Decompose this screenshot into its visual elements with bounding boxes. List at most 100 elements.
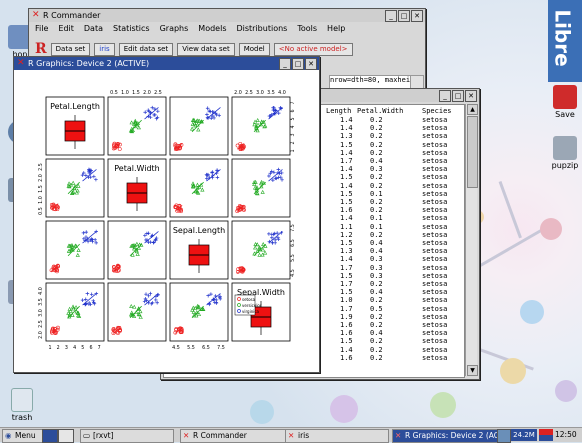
variable-label: Petal.Width: [114, 164, 160, 173]
script-text: nrow=dth=80, maxhei: [330, 76, 411, 84]
rcommander-titlebar[interactable]: ✕ R Commander _ □ ✕: [29, 9, 425, 22]
maximize-button[interactable]: □: [452, 90, 464, 102]
view-dataset-button[interactable]: View data set: [177, 42, 235, 56]
axis-tick-label: 3.5: [38, 298, 44, 306]
terminal-icon: ▭: [83, 431, 91, 440]
cell-value: setosa: [422, 312, 448, 321]
wallpaper-bond: [469, 225, 549, 273]
desktop-icon-trash[interactable]: trash: [2, 388, 42, 422]
menu-edit[interactable]: Edit: [58, 24, 74, 37]
pupzip-icon: [553, 136, 577, 160]
cell-value: 1.7: [340, 280, 353, 288]
cell-value: 0.1: [370, 189, 383, 198]
cell-value: setosa: [422, 148, 448, 157]
cell-value: 0.1: [370, 214, 383, 223]
edit-dataset-button[interactable]: Edit data set: [118, 42, 174, 56]
menu-help[interactable]: Help: [327, 24, 345, 37]
r-graphics-window[interactable]: ✕ R Graphics: Device 2 (ACTIVE) _ □ ✕ Pe…: [13, 56, 320, 373]
maximize-button[interactable]: □: [398, 10, 410, 22]
axis-tick-label: 1.0: [121, 90, 129, 96]
desktop-icon-save[interactable]: Save: [545, 85, 582, 119]
maximize-button[interactable]: □: [292, 58, 304, 70]
cell-value: setosa: [422, 132, 448, 141]
cell-value: 1.3: [340, 247, 353, 256]
axis-tick-label: 0.5: [38, 207, 44, 215]
cell-value: 1.5: [340, 239, 353, 247]
axis-tick-label: 4: [73, 345, 76, 351]
close-button[interactable]: ✕: [465, 90, 477, 102]
cell-value: setosa: [422, 198, 448, 206]
axis-tick-label: 2: [57, 345, 60, 351]
menu-tools[interactable]: Tools: [297, 24, 317, 37]
cell-value: 0.1: [370, 222, 383, 231]
menu-data[interactable]: Data: [84, 24, 103, 37]
clock[interactable]: 12:50: [555, 429, 582, 441]
iris-scrollbar[interactable]: ▲ ▼: [465, 104, 478, 376]
taskbar-item-label: R Commander: [193, 431, 247, 440]
cell-value: setosa: [422, 321, 448, 329]
axis-tick-label: 5.5: [187, 345, 195, 351]
cell-value: 1.6: [340, 329, 353, 338]
menu-icon: ◉: [5, 431, 12, 440]
legend-label: setosa: [242, 297, 256, 302]
wallpaper-atom: [540, 218, 562, 240]
cell-value: 1.4: [340, 116, 353, 124]
cell-value: 0.4: [370, 247, 383, 256]
cell-value: setosa: [422, 239, 448, 247]
desktop-icon-pupzip[interactable]: pupzip: [545, 136, 582, 170]
cell-value: 1.5: [340, 173, 353, 182]
memory-indicator: 24.2M: [511, 429, 537, 441]
cell-value: 0.2: [370, 132, 383, 141]
axis-tick-label: 4.0: [278, 90, 286, 96]
scroll-thumb[interactable]: [467, 116, 478, 188]
cell-value: 1.4: [340, 214, 353, 223]
close-button[interactable]: ✕: [305, 58, 317, 70]
window-title: R Graphics: Device 2 (ACTIVE): [28, 59, 150, 68]
menu-file[interactable]: File: [35, 24, 48, 37]
scatterplot-matrix: Petal.LengthPetal.WidthSepal.LengthSepal…: [38, 90, 296, 351]
menu-statistics[interactable]: Statistics: [113, 24, 150, 37]
axis-tick-label: 4.5: [172, 345, 180, 351]
desktop-icon-label: Save: [555, 110, 575, 119]
axis-tick-label: 1.0: [38, 196, 44, 204]
menu-graphs[interactable]: Graphs: [160, 24, 189, 37]
cell-value: 1.3: [340, 132, 353, 141]
r-graphics-titlebar[interactable]: ✕ R Graphics: Device 2 (ACTIVE) _ □ ✕: [14, 57, 319, 70]
cell-value: setosa: [422, 329, 448, 338]
taskbar-item-label: iris: [298, 431, 310, 440]
cell-value: 0.3: [370, 271, 383, 280]
axis-tick-label: 7: [290, 101, 296, 104]
desktop-icon-label: pupzip: [551, 161, 579, 170]
axis-tick-label: 6.5: [202, 345, 210, 351]
minimize-button[interactable]: _: [439, 90, 451, 102]
axis-tick-label: 6: [290, 109, 296, 112]
cell-value: 1.6: [340, 206, 353, 215]
axis-tick-label: 6.5: [290, 239, 296, 247]
menu-distributions[interactable]: Distributions: [236, 24, 287, 37]
cell-value: 0.4: [370, 288, 383, 297]
close-button[interactable]: ✕: [411, 10, 423, 22]
active-model-button[interactable]: <No active model>: [273, 42, 353, 56]
active-dataset-button[interactable]: iris: [94, 42, 115, 56]
column-header: Species: [422, 107, 452, 115]
legend-label: versicolor: [242, 303, 262, 308]
axis-tick-label: 6: [89, 345, 92, 351]
cell-value: setosa: [422, 304, 448, 313]
cell-value: 1.6: [340, 321, 353, 329]
axis-tick-label: 2.5: [38, 163, 44, 171]
cell-value: 0.2: [370, 198, 383, 206]
axis-tick-label: 2.0: [143, 90, 151, 96]
axis-tick-label: 5: [290, 117, 296, 120]
minimize-button[interactable]: _: [385, 10, 397, 22]
menu-models[interactable]: Models: [198, 24, 226, 37]
wallpaper-atom: [430, 392, 456, 418]
cell-value: setosa: [422, 263, 448, 272]
cell-value: 1.5: [340, 198, 353, 206]
wallpaper-atom: [500, 358, 526, 384]
cell-value: 0.4: [370, 329, 383, 338]
scroll-up-icon[interactable]: ▲: [467, 104, 478, 115]
minimize-button[interactable]: _: [279, 58, 291, 70]
cell-value: setosa: [422, 230, 448, 239]
taskbar: ◉ Menu ▭ [rxvt] ✕ R Commander ✕ iris ✕ R…: [0, 427, 582, 443]
scroll-down-icon[interactable]: ▼: [467, 365, 478, 376]
